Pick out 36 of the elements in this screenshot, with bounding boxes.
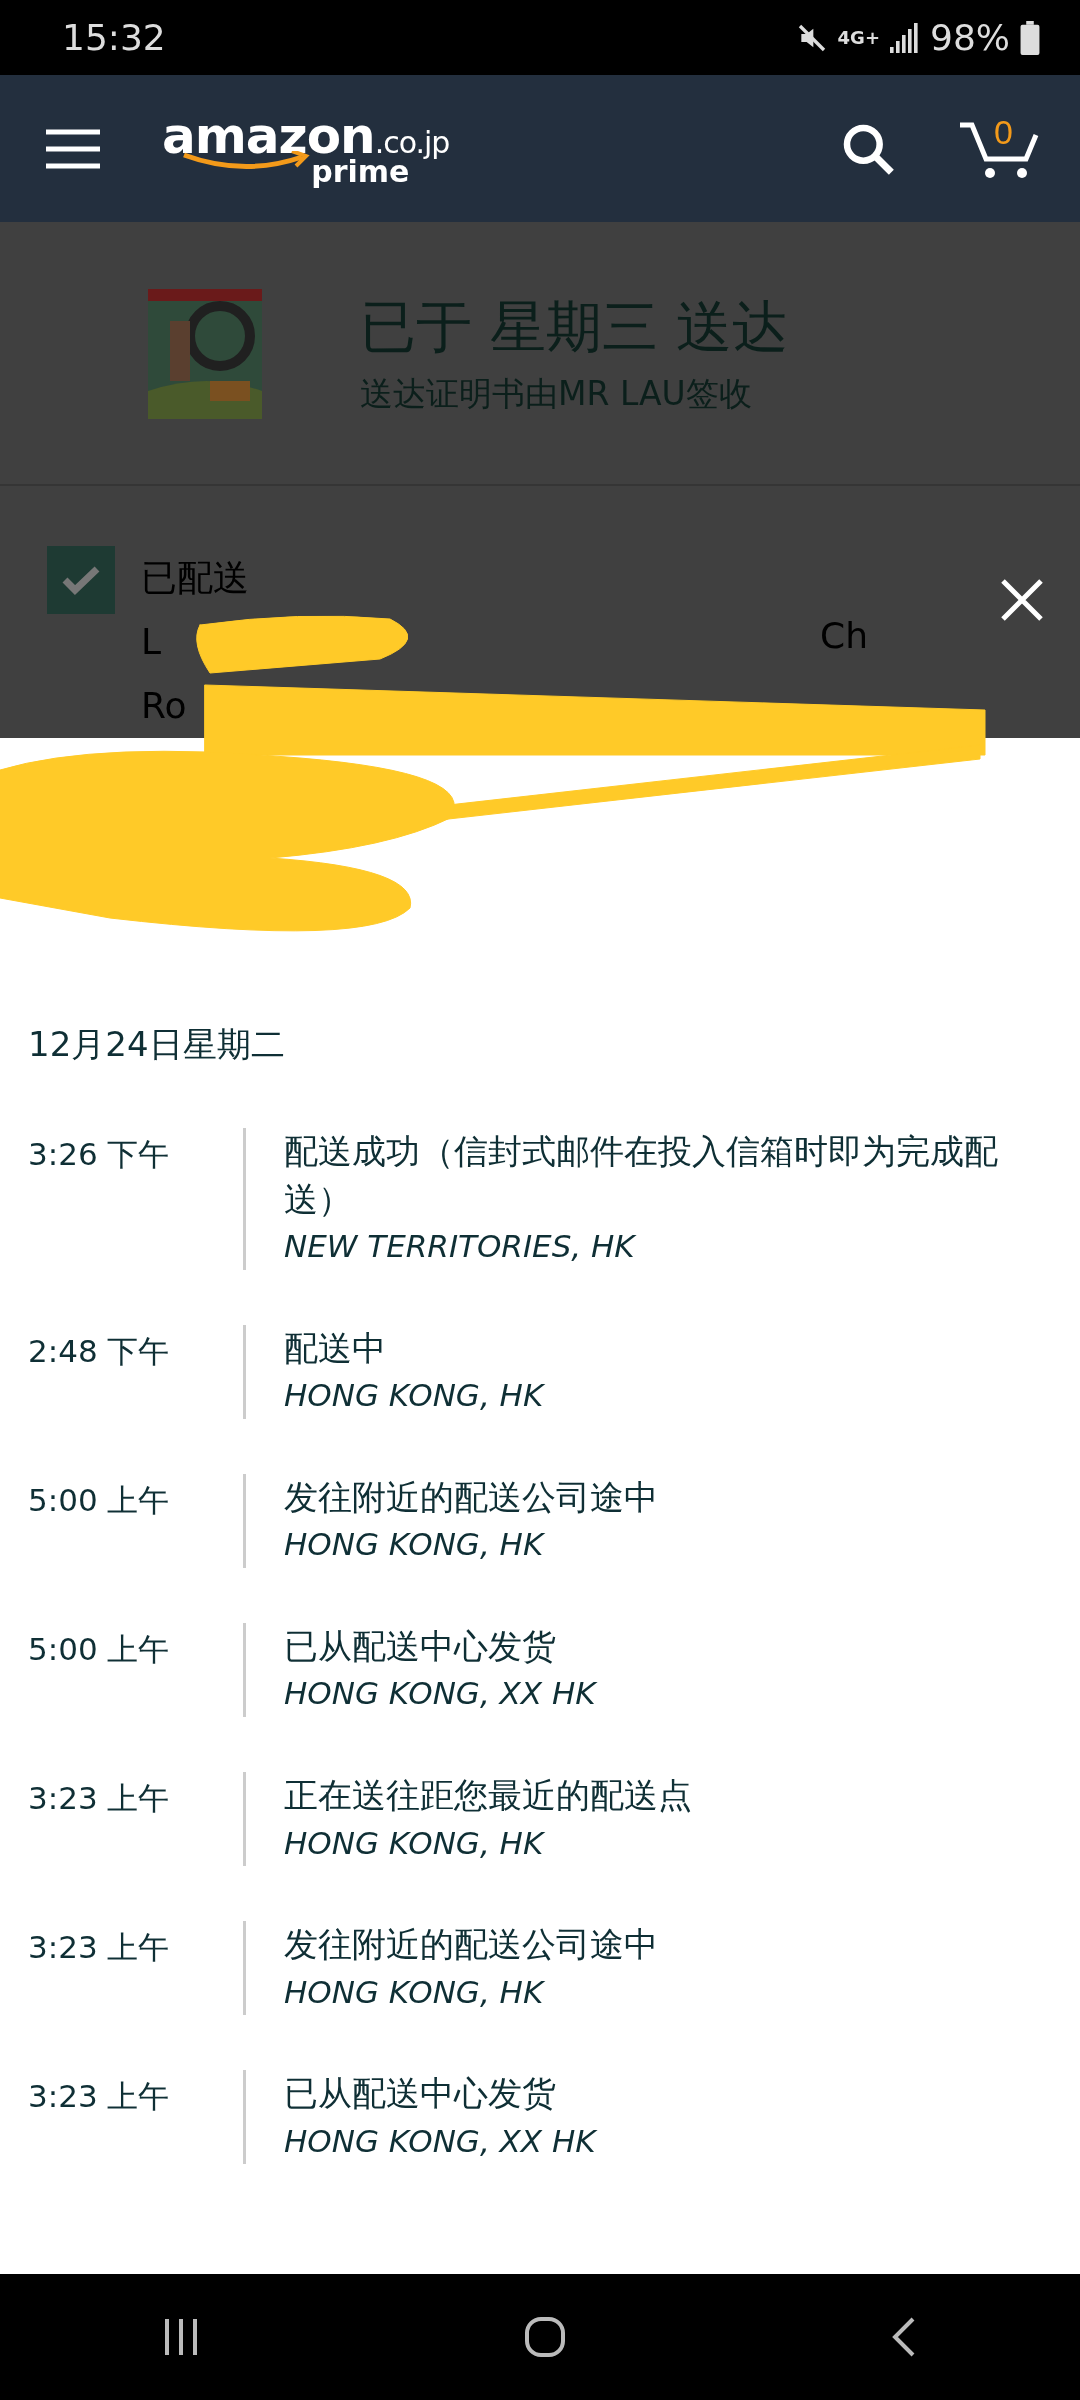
event-description: 已从配送中心发货 <box>284 1624 557 1668</box>
event-time: 5:00 上午 <box>27 1480 171 1520</box>
event-location: HONG KONG, HK <box>284 1525 546 1565</box>
checkmark-icon <box>61 565 101 595</box>
event-description: 配送成功（信封式邮件在投入信箱时即为完成配送） <box>284 1130 999 1221</box>
amazon-prime-logo[interactable]: amazon.co.jp prime <box>162 110 450 187</box>
address-fragment: Ch <box>820 614 868 658</box>
battery-icon <box>1020 20 1040 55</box>
event-description: 发往附近的配送公司途中 <box>284 1923 659 1967</box>
event-description: 正在送往距您最近的配送点 <box>284 1773 693 1817</box>
clock-time: 15:32 <box>62 17 166 58</box>
event-location: HONG KONG, XX HK <box>284 2121 598 2161</box>
menu-icon[interactable] <box>46 128 100 169</box>
address-line: L <box>141 620 163 664</box>
signal-icon <box>890 22 920 53</box>
event-location: HONG KONG, HK <box>284 1376 546 1416</box>
event-time: 3:23 上午 <box>27 1928 171 1968</box>
address-line: Ro <box>141 684 188 728</box>
date-heading: 12月24日星期二 <box>27 1023 286 1066</box>
network-type: 4G+ <box>837 28 880 47</box>
event-location: HONG KONG, HK <box>284 1823 546 1863</box>
event-time: 3:26 下午 <box>27 1135 171 1174</box>
event-description: 配送中 <box>284 1326 387 1370</box>
home-icon[interactable] <box>524 2316 566 2358</box>
event-description: 发往附近的配送公司途中 <box>284 1475 659 1519</box>
event-location: HONG KONG, HK <box>284 1972 546 2012</box>
event-description: 已从配送中心发货 <box>284 2072 557 2116</box>
status-label: 已配送 <box>141 556 249 600</box>
event-time: 2:48 下午 <box>27 1331 171 1371</box>
event-time: 3:23 上午 <box>27 2077 171 2117</box>
battery-percent: 98% <box>930 17 1010 58</box>
event-time: 5:00 上午 <box>27 1629 171 1669</box>
event-time: 3:23 上午 <box>27 1778 171 1818</box>
event-location: HONG KONG, XX HK <box>284 1674 598 1714</box>
event-location: NEW TERRITORIES, HK <box>284 1227 637 1267</box>
cart-button[interactable]: 0 <box>958 118 1040 179</box>
